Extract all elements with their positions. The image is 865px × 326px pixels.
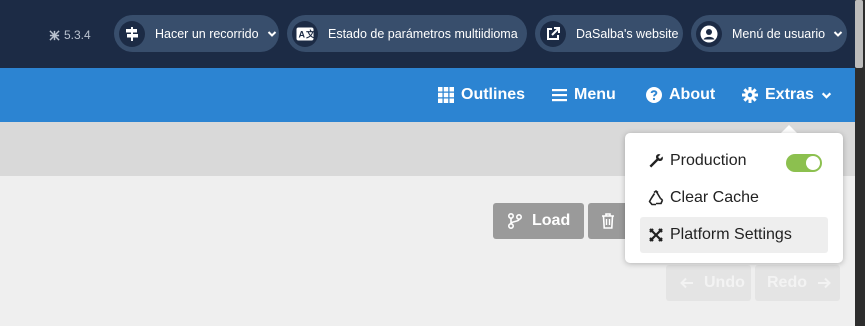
about-label: About	[669, 86, 716, 103]
language-icon: A文	[292, 20, 318, 47]
production-label: Production	[670, 152, 747, 169]
delete-button[interactable]	[588, 203, 628, 239]
platform-settings-label: Platform Settings	[670, 226, 792, 243]
trash-icon	[602, 213, 614, 229]
extras-dropdown: Production Clear Cache Platform Settings	[625, 133, 843, 263]
redo-label: Redo	[767, 274, 807, 291]
load-button[interactable]: Load	[493, 203, 584, 239]
arrow-left-icon	[680, 277, 693, 289]
clear-cache-label: Clear Cache	[670, 189, 759, 206]
question-circle-icon	[646, 87, 662, 103]
main-toolbar: Outlines Menu About Extras	[0, 68, 855, 122]
undo-button[interactable]: Undo	[666, 265, 751, 301]
undo-label: Undo	[704, 274, 745, 291]
arrow-right-icon	[818, 277, 831, 289]
version-info: 5.3.4	[49, 28, 91, 42]
user-icon	[696, 20, 722, 47]
grid-icon	[438, 87, 454, 103]
redo-button[interactable]: Redo	[755, 265, 840, 301]
platform-settings-item[interactable]: Platform Settings	[640, 217, 828, 253]
menu-label: Menu	[574, 86, 616, 103]
admin-header: 5.3.4 Hacer un recorrido A文 Estado de pa…	[0, 0, 855, 68]
user-menu-button[interactable]: Menú de usuario	[691, 15, 847, 52]
load-label: Load	[532, 212, 571, 229]
gear-icon	[742, 87, 758, 103]
website-link[interactable]: DaSalba's website	[535, 15, 683, 52]
extras-menu-item[interactable]: Extras	[742, 86, 832, 104]
production-toggle[interactable]	[786, 154, 822, 172]
code-branch-icon	[508, 213, 522, 229]
version-label: 5.3.4	[64, 28, 91, 42]
chevron-down-icon	[821, 92, 832, 99]
joomla-icon	[649, 228, 663, 242]
chevron-down-icon	[833, 30, 843, 37]
svg-text:文: 文	[305, 28, 314, 39]
about-menu-item[interactable]: About	[646, 86, 715, 104]
clear-cache-item[interactable]: Clear Cache	[640, 180, 828, 216]
signpost-icon	[119, 20, 145, 47]
multilang-label: Estado de parámetros multiidioma	[328, 26, 518, 41]
extras-label: Extras	[765, 86, 814, 103]
chevron-down-icon	[267, 30, 276, 37]
scrollbar-thumb[interactable]	[855, 0, 863, 68]
toggle-knob	[806, 156, 820, 170]
website-label: DaSalba's website	[576, 26, 679, 41]
outlines-menu-item[interactable]: Outlines	[438, 86, 525, 104]
joomla-icon	[49, 29, 60, 41]
user-menu-label: Menú de usuario	[732, 26, 826, 41]
multilang-status-button[interactable]: A文 Estado de parámetros multiidioma	[287, 15, 527, 52]
bars-icon	[552, 89, 567, 102]
outlines-label: Outlines	[461, 86, 526, 103]
tour-label: Hacer un recorrido	[155, 26, 259, 41]
svg-text:A: A	[299, 29, 306, 39]
external-link-icon	[540, 20, 566, 47]
wrench-icon	[649, 154, 663, 168]
menu-menu-item[interactable]: Menu	[552, 86, 616, 104]
recycle-icon	[648, 190, 664, 206]
tour-button[interactable]: Hacer un recorrido	[114, 15, 279, 52]
